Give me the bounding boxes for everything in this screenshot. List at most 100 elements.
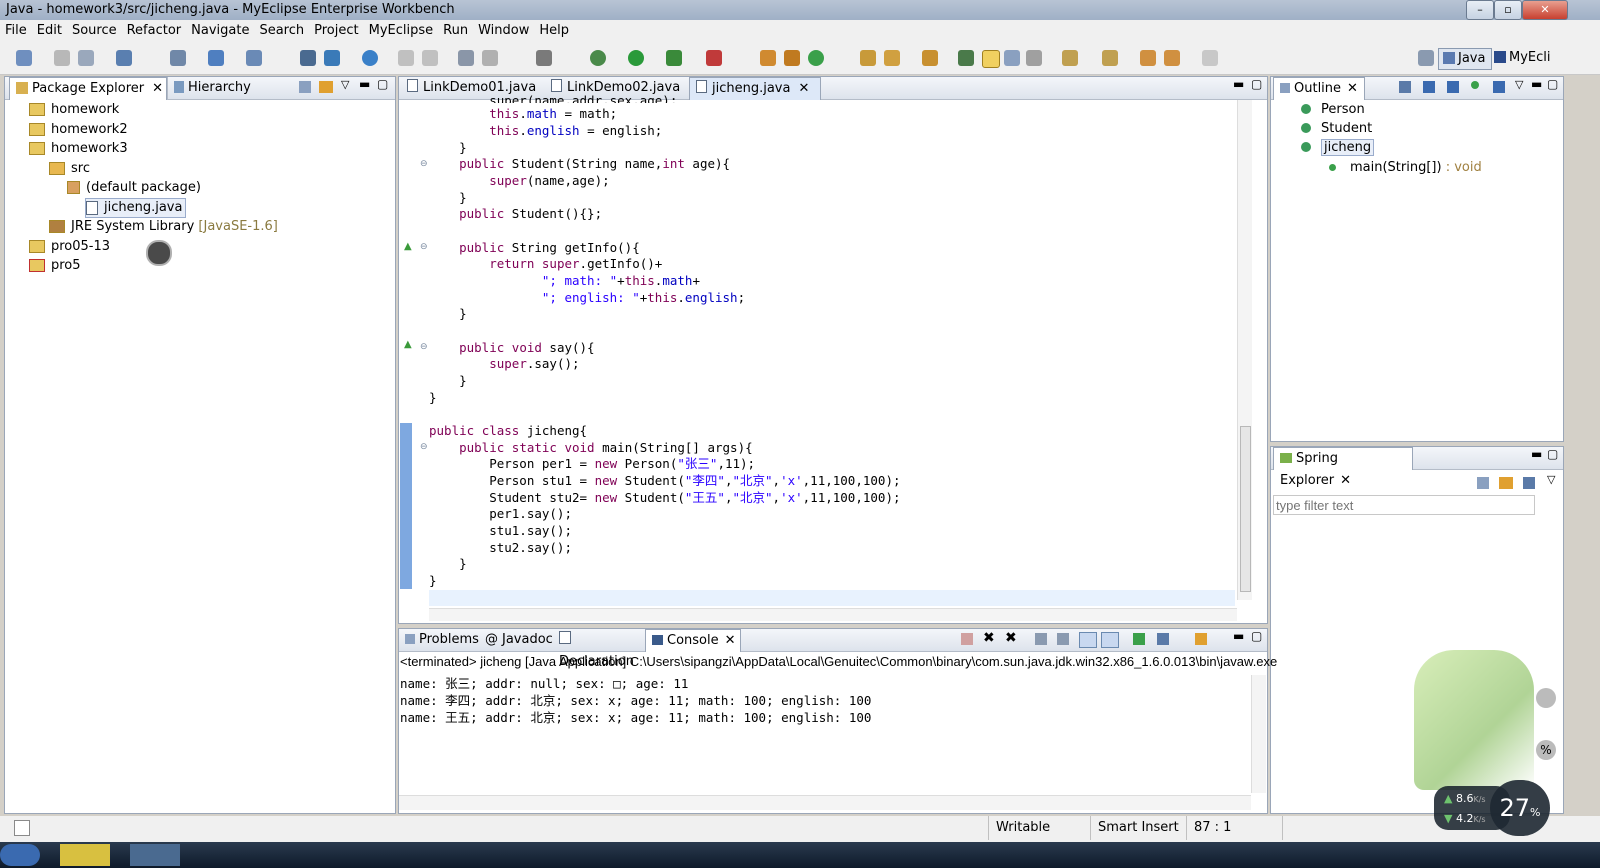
menu-edit[interactable]: Edit xyxy=(32,20,67,42)
percent-toggle-icon[interactable]: % xyxy=(1536,740,1556,760)
maximize-view-icon[interactable]: ▢ xyxy=(1251,629,1262,643)
menu-window[interactable]: Window xyxy=(473,20,534,42)
tab-problems[interactable]: Problems xyxy=(399,629,481,651)
fold-icon[interactable]: ⊖ xyxy=(420,242,428,252)
menu-navigate[interactable]: Navigate xyxy=(186,20,254,42)
perspective-myeclipse[interactable]: MyEcli xyxy=(1494,48,1551,68)
taskbar-app-icon[interactable] xyxy=(130,844,180,866)
memory-usage-widget[interactable]: 27% xyxy=(1490,780,1550,836)
maximize-view-icon[interactable]: ▢ xyxy=(1251,77,1262,91)
terminate-icon[interactable] xyxy=(961,633,973,645)
outline-item-person[interactable]: Person xyxy=(1301,101,1365,119)
run-history-icon[interactable] xyxy=(666,50,682,66)
forward-icon[interactable] xyxy=(1202,50,1218,66)
new-project-icon[interactable] xyxy=(116,50,132,66)
menu-refactor[interactable]: Refactor xyxy=(122,20,187,42)
terminal-icon[interactable] xyxy=(536,50,552,66)
menu-project[interactable]: Project xyxy=(309,20,363,42)
tab-package-explorer[interactable]: Package Explorer ✕ xyxy=(9,77,167,100)
tree-item-jre-library[interactable]: JRE System Library [JavaSE-1.6] xyxy=(49,218,278,236)
view-menu-icon[interactable]: ▽ xyxy=(1515,78,1523,91)
fold-icon[interactable]: ⊖ xyxy=(420,342,428,352)
maximize-view-icon[interactable]: ▢ xyxy=(1547,77,1558,91)
tab-console[interactable]: Console ✕ xyxy=(645,629,741,652)
display-console-icon[interactable] xyxy=(1157,633,1169,645)
maximize-view-icon[interactable]: ▢ xyxy=(377,77,388,91)
new-java-class-icon[interactable] xyxy=(808,50,824,66)
sort-icon[interactable] xyxy=(1399,81,1411,93)
fast-view-icon[interactable] xyxy=(14,820,30,836)
tab-javadoc[interactable]: @ Javadoc xyxy=(479,629,555,651)
link-editor-icon[interactable] xyxy=(319,81,333,93)
fold-icon[interactable]: ⊖ xyxy=(420,442,428,452)
fold-icon[interactable]: ⊖ xyxy=(420,159,428,169)
search-icon[interactable] xyxy=(884,50,900,66)
hide-static-icon[interactable] xyxy=(1447,81,1459,93)
close-button[interactable]: ✕ xyxy=(1522,0,1568,20)
hide-local-types-icon[interactable] xyxy=(1493,81,1505,93)
view-menu-icon[interactable]: ▽ xyxy=(1547,473,1555,486)
tree-item-default-package[interactable]: (default package) xyxy=(67,179,201,197)
menu-run[interactable]: Run xyxy=(438,20,473,42)
view-menu-icon[interactable]: ▽ xyxy=(341,78,349,91)
outline-item-student[interactable]: Student xyxy=(1301,120,1372,138)
scroll-thumb[interactable] xyxy=(1240,426,1251,592)
close-icon[interactable]: ✕ xyxy=(152,81,163,96)
close-icon[interactable]: ✕ xyxy=(1347,81,1358,96)
run-icon[interactable] xyxy=(628,50,644,66)
show-stderr-icon[interactable] xyxy=(1101,632,1119,648)
prev-annotation-icon[interactable] xyxy=(1102,50,1118,66)
scroll-lock-icon[interactable] xyxy=(1057,633,1069,645)
open-resource-icon[interactable] xyxy=(324,50,340,66)
tree-item-jicheng-java[interactable]: jicheng.java xyxy=(85,198,187,218)
new-package-icon[interactable] xyxy=(784,50,800,66)
build-icon[interactable] xyxy=(458,50,474,66)
highlight-icon[interactable] xyxy=(982,50,1000,68)
remove-launch-icon[interactable]: ✖ xyxy=(983,630,995,646)
new-icon[interactable] xyxy=(16,50,32,66)
remove-all-icon[interactable]: ✖ xyxy=(1005,630,1017,646)
perspective-java[interactable]: Java xyxy=(1438,48,1492,70)
console-horizontal-scrollbar[interactable] xyxy=(399,795,1251,810)
tab-hierarchy[interactable]: Hierarchy xyxy=(167,77,264,99)
block-select-icon[interactable] xyxy=(1004,50,1020,66)
hide-nonpublic-icon[interactable] xyxy=(1471,81,1479,89)
collapse-all-icon[interactable] xyxy=(1477,477,1489,489)
hide-fields-icon[interactable] xyxy=(1423,81,1435,93)
outline-item-jicheng[interactable]: jicheng xyxy=(1301,139,1375,157)
menu-source[interactable]: Source xyxy=(67,20,122,42)
browser-icon[interactable] xyxy=(362,50,378,66)
tree-item-src[interactable]: src xyxy=(49,160,90,178)
deploy-icon[interactable] xyxy=(208,50,224,66)
new-class-icon[interactable] xyxy=(760,50,776,66)
open-console-icon[interactable] xyxy=(1195,633,1207,645)
whitespace-icon[interactable] xyxy=(1026,50,1042,66)
tab-spring-explorer[interactable]: Spring Explorer ✕ xyxy=(1273,447,1413,488)
print-icon[interactable] xyxy=(78,50,94,66)
close-icon[interactable]: ✕ xyxy=(798,81,809,96)
save-icon[interactable] xyxy=(54,50,70,66)
minimize-view-icon[interactable]: ▬ xyxy=(359,77,370,91)
debug-icon[interactable] xyxy=(590,50,606,66)
tab-declaration[interactable]: Declaration xyxy=(553,629,647,669)
open-perspective-icon[interactable] xyxy=(1418,50,1434,66)
annotation-icon[interactable] xyxy=(958,50,974,66)
minimize-view-icon[interactable]: ▬ xyxy=(1233,629,1244,643)
menu-file[interactable]: File xyxy=(0,20,32,42)
close-icon[interactable]: ✕ xyxy=(725,633,736,648)
pin-console-icon[interactable] xyxy=(1133,633,1145,645)
copy-icon[interactable] xyxy=(398,50,414,66)
menu-help[interactable]: Help xyxy=(534,20,574,42)
collapse-all-icon[interactable] xyxy=(299,81,311,93)
taskbar-app-icon[interactable] xyxy=(60,844,110,866)
close-icon[interactable]: ✕ xyxy=(1340,473,1351,488)
tree-item-pro05-13[interactable]: pro05-13 xyxy=(29,238,110,256)
horizontal-scrollbar[interactable] xyxy=(429,608,1237,621)
tree-item-homework[interactable]: homework xyxy=(29,101,119,119)
task-icon[interactable] xyxy=(922,50,938,66)
vertical-scrollbar[interactable] xyxy=(1237,100,1252,600)
next-annotation-icon[interactable] xyxy=(1062,50,1078,66)
minimize-button[interactable]: – xyxy=(1466,0,1494,20)
server-icon[interactable] xyxy=(170,50,186,66)
minimize-view-icon[interactable]: ▬ xyxy=(1531,447,1542,461)
